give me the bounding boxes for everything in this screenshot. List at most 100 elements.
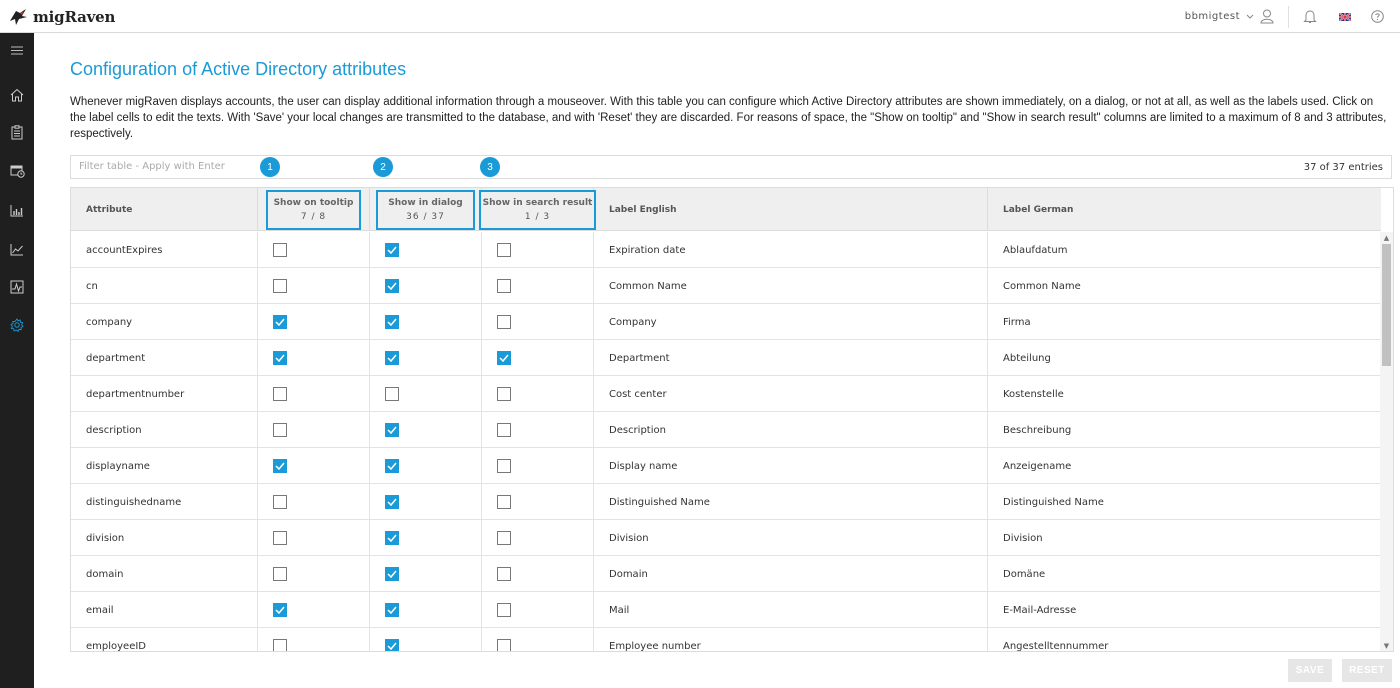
calendar-clock-icon[interactable] bbox=[0, 157, 34, 185]
tooltip-checkbox[interactable] bbox=[273, 351, 287, 365]
search-checkbox[interactable] bbox=[497, 243, 511, 257]
label-english-cell[interactable]: Domain bbox=[594, 556, 988, 592]
label-english-cell[interactable]: Employee number bbox=[594, 628, 988, 651]
search-checkbox[interactable] bbox=[497, 603, 511, 617]
search-checkbox[interactable] bbox=[497, 351, 511, 365]
line-chart-icon[interactable] bbox=[0, 235, 34, 263]
dialog-checkbox[interactable] bbox=[385, 279, 399, 293]
vertical-scrollbar[interactable]: ▲ ▼ bbox=[1380, 232, 1393, 651]
label-english-cell[interactable]: Description bbox=[594, 412, 988, 448]
column-header-label-english[interactable]: Label English bbox=[594, 188, 988, 231]
dialog-checkbox[interactable] bbox=[385, 531, 399, 545]
activity-icon[interactable] bbox=[0, 273, 34, 301]
tooltip-checkbox[interactable] bbox=[273, 279, 287, 293]
column-header-tooltip[interactable]: Show on tooltip 7 / 8 bbox=[258, 188, 370, 231]
search-cell bbox=[482, 340, 594, 376]
tooltip-checkbox[interactable] bbox=[273, 495, 287, 509]
attribute-cell-text: displayname bbox=[86, 460, 150, 472]
tooltip-checkbox[interactable] bbox=[273, 423, 287, 437]
tooltip-checkbox[interactable] bbox=[273, 387, 287, 401]
column-header-label-german[interactable]: Label German bbox=[988, 188, 1381, 231]
label-german-cell[interactable]: Common Name bbox=[988, 268, 1381, 304]
label-german-cell[interactable]: Anzeigename bbox=[988, 448, 1381, 484]
save-button[interactable]: SAVE bbox=[1288, 659, 1332, 682]
tooltip-cell bbox=[258, 484, 370, 520]
label-english-cell[interactable]: Company bbox=[594, 304, 988, 340]
label-german-cell[interactable]: Ablaufdatum bbox=[988, 232, 1381, 268]
search-checkbox[interactable] bbox=[497, 531, 511, 545]
label-english-cell[interactable]: Division bbox=[594, 520, 988, 556]
home-icon[interactable] bbox=[0, 81, 34, 109]
dialog-checkbox[interactable] bbox=[385, 351, 399, 365]
dialog-checkbox[interactable] bbox=[385, 387, 399, 401]
dialog-checkbox[interactable] bbox=[385, 459, 399, 473]
reset-button[interactable]: RESET bbox=[1342, 659, 1392, 682]
search-cell bbox=[482, 592, 594, 628]
dialog-checkbox[interactable] bbox=[385, 495, 399, 509]
label-german-cell[interactable]: Domäne bbox=[988, 556, 1381, 592]
search-checkbox[interactable] bbox=[497, 639, 511, 651]
table-row: cn Common Name Common Name bbox=[71, 268, 1381, 304]
dialog-checkbox[interactable] bbox=[385, 423, 399, 437]
tooltip-checkbox[interactable] bbox=[273, 567, 287, 581]
dialog-cell bbox=[370, 520, 482, 556]
scroll-down-icon[interactable]: ▼ bbox=[1380, 640, 1393, 651]
scrollbar-thumb[interactable] bbox=[1382, 244, 1391, 366]
label-german-cell[interactable]: Beschreibung bbox=[988, 412, 1381, 448]
label-english-cell[interactable]: Cost center bbox=[594, 376, 988, 412]
label-german-cell[interactable]: Distinguished Name bbox=[988, 484, 1381, 520]
filter-input[interactable] bbox=[79, 161, 379, 172]
label-german-cell[interactable]: E-Mail-Adresse bbox=[988, 592, 1381, 628]
attribute-cell: cn bbox=[71, 268, 258, 304]
uk-flag-icon[interactable] bbox=[1339, 12, 1351, 21]
label-english-cell[interactable]: Common Name bbox=[594, 268, 988, 304]
tooltip-checkbox[interactable] bbox=[273, 315, 287, 329]
bar-chart-icon[interactable] bbox=[0, 196, 34, 224]
search-checkbox[interactable] bbox=[497, 495, 511, 509]
divider bbox=[1288, 5, 1289, 28]
help-icon[interactable] bbox=[1371, 10, 1384, 23]
search-checkbox[interactable] bbox=[497, 387, 511, 401]
label-german-cell[interactable]: Angestelltennummer bbox=[988, 628, 1381, 652]
search-checkbox[interactable] bbox=[497, 423, 511, 437]
label-english-cell[interactable]: Mail bbox=[594, 592, 988, 628]
search-checkbox[interactable] bbox=[497, 459, 511, 473]
tooltip-checkbox[interactable] bbox=[273, 603, 287, 617]
label-english-cell[interactable]: Distinguished Name bbox=[594, 484, 988, 520]
label-german-cell[interactable]: Kostenstelle bbox=[988, 376, 1381, 412]
bell-icon[interactable] bbox=[1303, 9, 1317, 24]
dialog-checkbox[interactable] bbox=[385, 315, 399, 329]
table-header: Attribute Show on tooltip 7 / 8 Show in … bbox=[71, 188, 1381, 231]
label-german-cell-text: Kostenstelle bbox=[1003, 388, 1064, 400]
tooltip-cell bbox=[258, 592, 370, 628]
clipboard-icon[interactable] bbox=[0, 118, 34, 146]
search-checkbox[interactable] bbox=[497, 315, 511, 329]
tooltip-checkbox[interactable] bbox=[273, 459, 287, 473]
dialog-checkbox[interactable] bbox=[385, 243, 399, 257]
column-header-search[interactable]: Show in search result 1 / 3 bbox=[478, 188, 597, 231]
search-checkbox[interactable] bbox=[497, 279, 511, 293]
label-english-cell[interactable]: Display name bbox=[594, 448, 988, 484]
dialog-checkbox[interactable] bbox=[385, 603, 399, 617]
scroll-up-icon[interactable]: ▲ bbox=[1380, 232, 1393, 244]
label-english-cell[interactable]: Expiration date bbox=[594, 232, 988, 268]
tooltip-checkbox[interactable] bbox=[273, 531, 287, 545]
label-german-cell[interactable]: Firma bbox=[988, 304, 1381, 340]
column-header-attribute[interactable]: Attribute bbox=[71, 188, 258, 231]
user-name[interactable]: bbmigtest bbox=[1185, 11, 1240, 22]
settings-icon[interactable] bbox=[0, 311, 34, 339]
search-checkbox[interactable] bbox=[497, 567, 511, 581]
column-header-dialog[interactable]: Show in dialog 36 / 37 bbox=[370, 188, 482, 231]
dialog-checkbox[interactable] bbox=[385, 567, 399, 581]
dialog-checkbox[interactable] bbox=[385, 639, 399, 651]
app-logo[interactable]: migRaven bbox=[8, 6, 115, 28]
attribute-cell: accountExpires bbox=[71, 232, 258, 268]
tooltip-checkbox[interactable] bbox=[273, 639, 287, 651]
menu-icon[interactable] bbox=[0, 36, 34, 64]
label-english-cell[interactable]: Department bbox=[594, 340, 988, 376]
user-icon[interactable] bbox=[1260, 9, 1274, 24]
label-german-cell[interactable]: Abteilung bbox=[988, 340, 1381, 376]
label-german-cell[interactable]: Division bbox=[988, 520, 1381, 556]
chevron-down-icon[interactable] bbox=[1246, 14, 1254, 20]
tooltip-checkbox[interactable] bbox=[273, 243, 287, 257]
